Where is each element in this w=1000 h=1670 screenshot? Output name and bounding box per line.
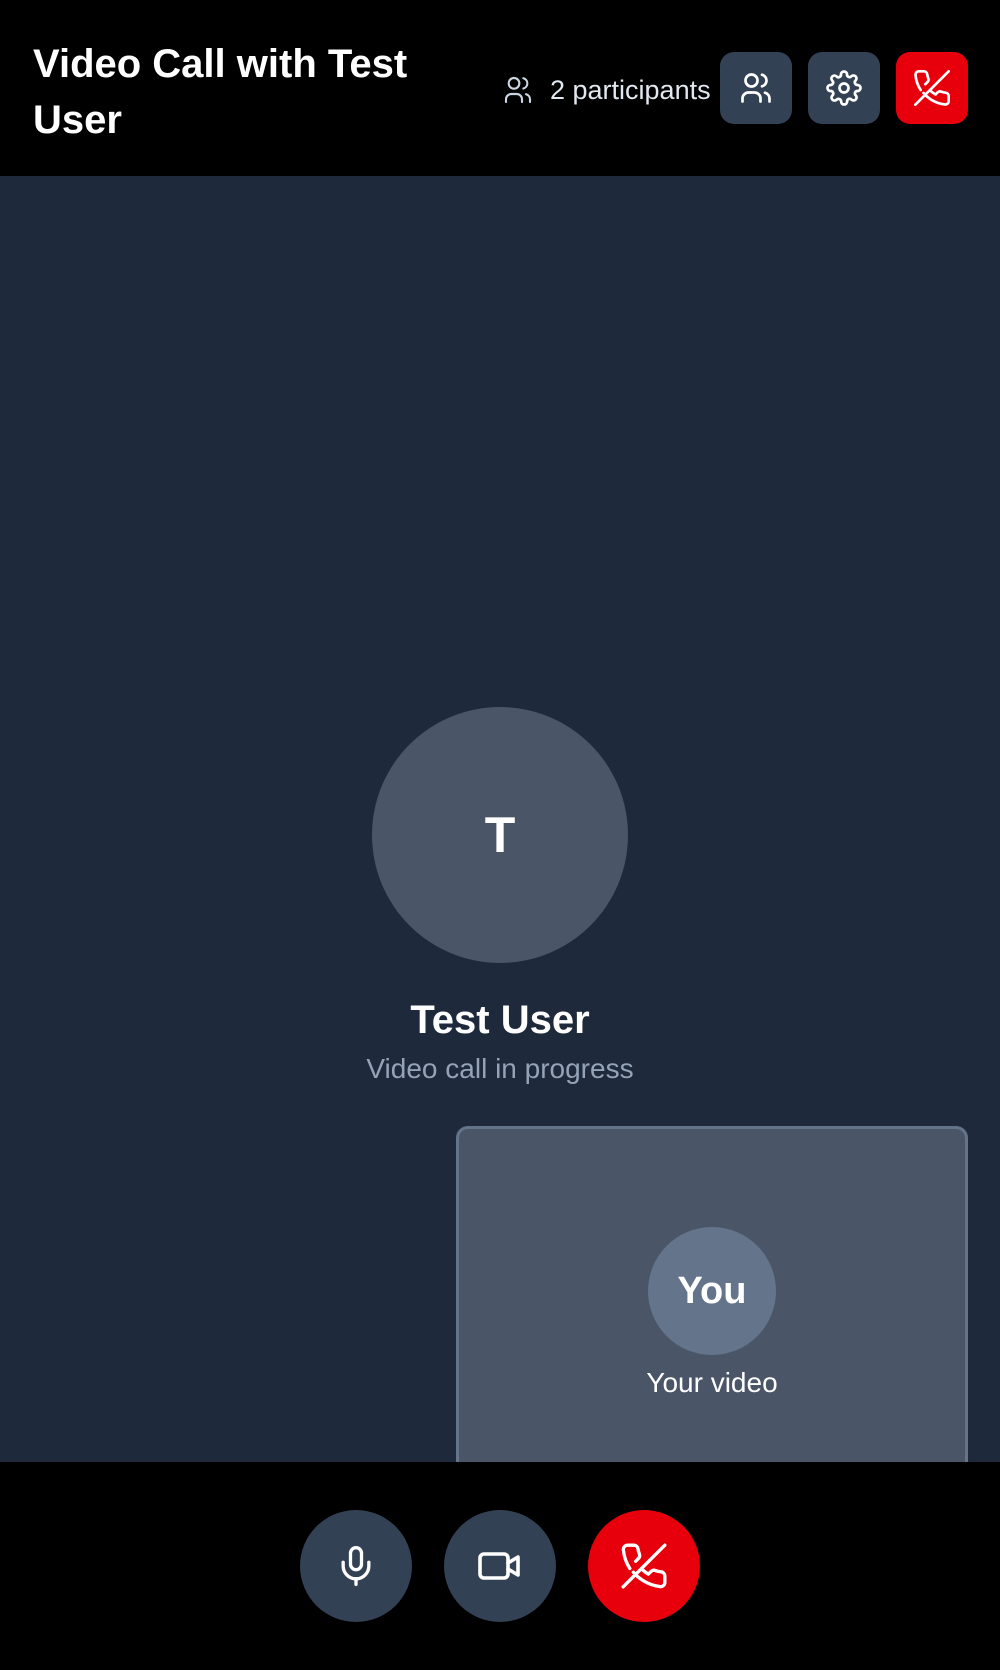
self-view-tile[interactable]: You Your video	[456, 1126, 968, 1462]
users-icon	[741, 73, 771, 103]
call-header: Video Call with Test User 2 participants	[0, 0, 1000, 176]
video-stage: T Test User Video call in progress You Y…	[0, 176, 1000, 1462]
settings-button[interactable]	[808, 52, 880, 124]
call-status: Video call in progress	[366, 1053, 634, 1084]
self-avatar: You	[648, 1227, 776, 1355]
users-icon	[500, 72, 536, 108]
call-controls	[0, 1462, 1000, 1670]
participants-count: 2 participants	[500, 48, 720, 132]
microphone-icon	[341, 1546, 371, 1586]
remote-name: Test User	[410, 998, 590, 1042]
phone-off-icon	[914, 69, 951, 106]
end-call-button[interactable]	[588, 1510, 700, 1622]
gear-icon	[826, 70, 862, 106]
remote-avatar: T	[372, 707, 628, 963]
participants-label: 2 participants	[550, 75, 711, 105]
participants-button[interactable]	[720, 52, 792, 124]
call-title: Video Call with Test User	[33, 42, 408, 142]
camera-toggle-button[interactable]	[444, 1510, 556, 1622]
video-camera-icon	[478, 1552, 520, 1580]
phone-off-icon	[621, 1543, 667, 1589]
self-view-label: Your video	[646, 1367, 778, 1398]
end-call-header-button[interactable]	[896, 52, 968, 124]
mic-toggle-button[interactable]	[300, 1510, 412, 1622]
